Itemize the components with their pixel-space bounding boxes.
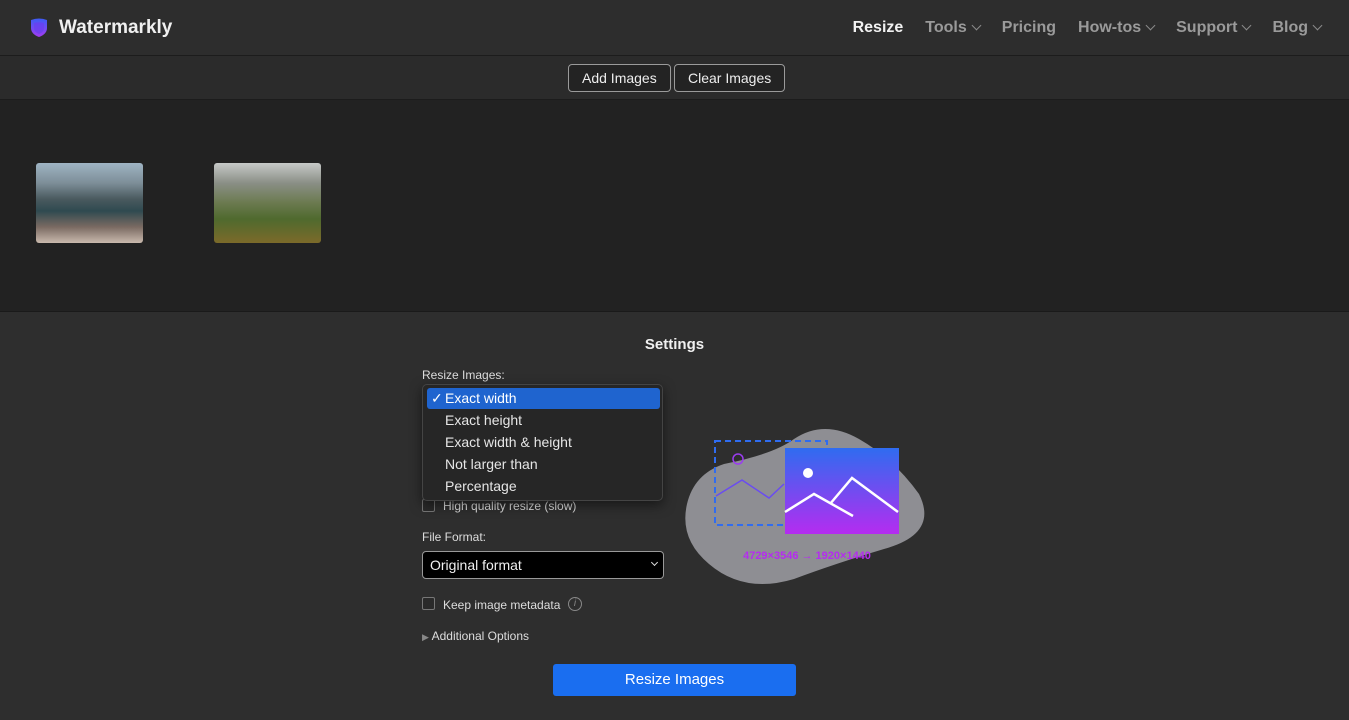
nav-label: Tools	[925, 19, 967, 36]
chevron-down-icon	[650, 558, 659, 567]
chevron-down-icon	[971, 20, 982, 31]
option-label: Exact width	[445, 390, 517, 406]
additional-options-label: Additional Options	[431, 629, 529, 643]
image-thumbnail[interactable]	[36, 163, 143, 243]
dimension-caption: 4729×3546 → 1920×1440	[743, 550, 871, 562]
nav-tools[interactable]: Tools	[925, 19, 982, 37]
nav-label: Resize	[852, 19, 904, 36]
image-thumbnail[interactable]	[214, 163, 321, 243]
main-nav: Resize Tools Pricing How-tos Support Blo…	[853, 19, 1323, 37]
nav-blog[interactable]: Blog	[1272, 19, 1323, 37]
option-not-larger-than[interactable]: Not larger than	[427, 454, 660, 475]
header: Watermarkly Resize Tools Pricing How-tos…	[0, 0, 1349, 56]
nav-label: Support	[1176, 19, 1238, 36]
settings-title: Settings	[644, 336, 705, 353]
nav-label: Blog	[1272, 19, 1308, 36]
chevron-down-icon	[1145, 20, 1156, 31]
toolbar: Add Images Clear Images	[0, 56, 1349, 100]
option-exact-width[interactable]: ✓ Exact width	[427, 388, 660, 409]
clear-images-button[interactable]: Clear Images	[674, 64, 786, 92]
nav-label: How-tos	[1078, 19, 1142, 36]
checkmark-icon: ✓	[431, 390, 443, 406]
keep-metadata-checkbox[interactable]	[422, 597, 435, 610]
high-quality-label: High quality resize (slow)	[443, 499, 577, 513]
nav-pricing[interactable]: Pricing	[1002, 19, 1056, 37]
resize-images-button[interactable]: Resize Images	[553, 664, 796, 696]
chevron-down-icon	[1242, 20, 1252, 31]
additional-options-toggle[interactable]: ▶ Additional Options	[422, 629, 529, 643]
shield-logo-icon	[31, 18, 47, 37]
resize-illustration: 4729×3546 → 1920×1440	[685, 429, 925, 584]
brand-name[interactable]: Watermarkly	[59, 17, 172, 39]
resize-mode-dropdown[interactable]: ✓ Exact width Exact height Exact width & …	[422, 384, 663, 501]
info-icon[interactable]: i	[568, 597, 582, 611]
nav-how-tos[interactable]: How-tos	[1078, 19, 1156, 37]
add-images-button[interactable]: Add Images	[568, 64, 671, 92]
file-format-select[interactable]: Original format	[422, 551, 664, 579]
triangle-right-icon: ▶	[422, 632, 429, 642]
option-exact-height[interactable]: Exact height	[427, 410, 660, 431]
file-format-value: Original format	[430, 557, 522, 573]
sun-icon	[803, 468, 813, 478]
option-percentage[interactable]: Percentage	[427, 476, 660, 497]
image-gallery	[0, 100, 1349, 312]
keep-metadata-label: Keep image metadata	[443, 598, 561, 612]
resize-label: Resize Images:	[422, 368, 505, 382]
nav-support[interactable]: Support	[1176, 19, 1252, 37]
option-exact-width-height[interactable]: Exact width & height	[427, 432, 660, 453]
file-format-label: File Format:	[422, 530, 487, 544]
nav-resize[interactable]: Resize	[853, 19, 904, 37]
chevron-down-icon	[1312, 20, 1323, 31]
nav-label: Pricing	[1001, 19, 1057, 36]
